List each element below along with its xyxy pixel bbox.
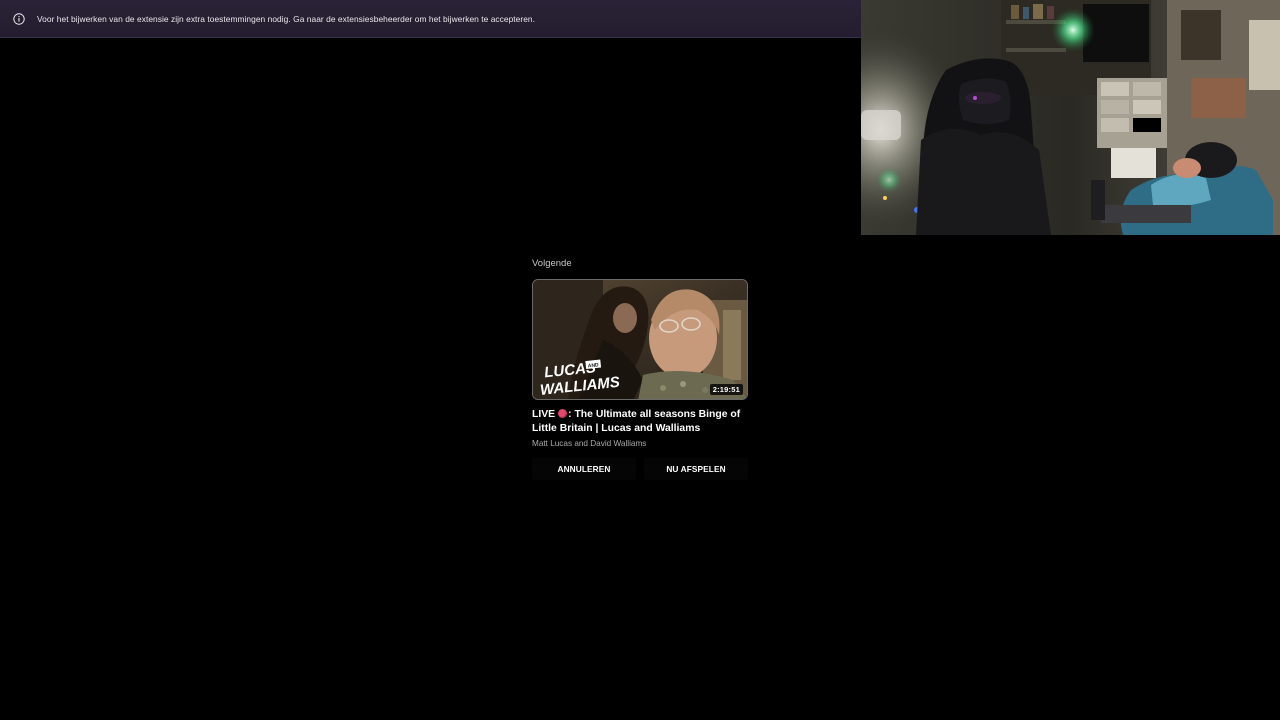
up-next-panel: Volgende LUCAS AND WALLIAMS 2:19:51 LIVE…	[532, 257, 748, 480]
channel-name[interactable]: Matt Lucas and David Walliams	[532, 439, 748, 448]
up-next-actions: ANNULEREN NU AFSPELEN	[532, 458, 748, 480]
title-live-prefix: LIVE	[532, 409, 556, 420]
up-next-label: Volgende	[532, 258, 572, 269]
play-now-button[interactable]: NU AFSPELEN	[644, 458, 748, 480]
cancel-button[interactable]: ANNULEREN	[532, 458, 636, 480]
up-next-thumbnail[interactable]: LUCAS AND WALLIAMS 2:19:51	[532, 279, 748, 400]
live-dot-icon	[558, 409, 568, 418]
logo-and: AND	[588, 362, 600, 369]
up-next-video-title[interactable]: LIVE: The Ultimate all seasons Binge of …	[532, 408, 748, 436]
info-icon	[12, 12, 26, 26]
video-player[interactable]: Voor het bijwerken van de extensie zijn …	[0, 0, 1280, 720]
extension-notification-bar: Voor het bijwerken van de extensie zijn …	[0, 0, 861, 38]
notification-text: Voor het bijwerken van de extensie zijn …	[37, 13, 536, 24]
webcam-overlay	[861, 0, 1280, 235]
video-duration: 2:19:51	[709, 384, 743, 395]
